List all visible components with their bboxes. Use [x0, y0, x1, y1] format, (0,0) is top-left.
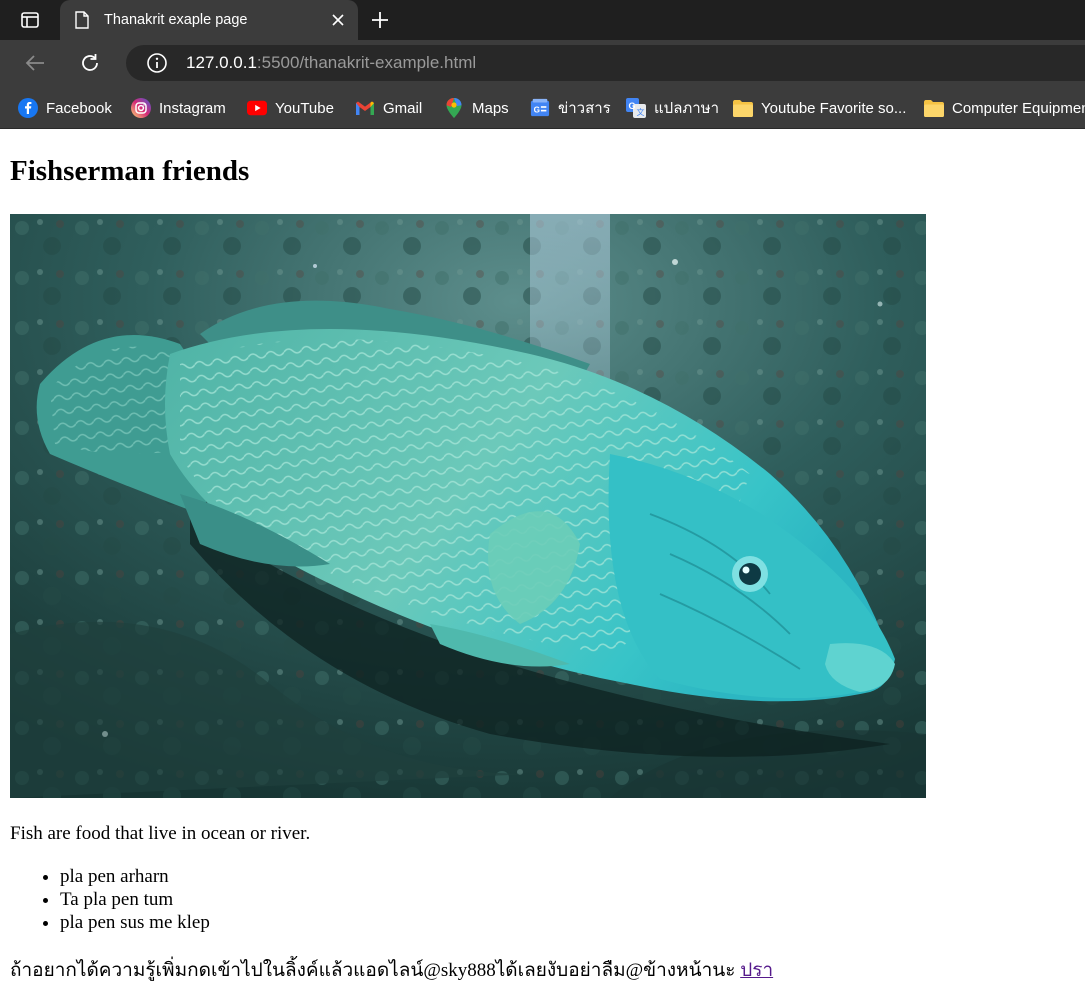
bookmark-label: YouTube	[275, 99, 334, 117]
site-info-icon[interactable]	[146, 52, 168, 74]
youtube-icon	[247, 98, 267, 118]
instagram-icon	[131, 98, 151, 118]
url-host: 127.0.0.1	[186, 53, 257, 72]
bookmark-label: Computer Equipmen	[952, 99, 1085, 117]
image-caption: Fish are food that live in ocean or rive…	[10, 823, 311, 844]
bookmark-folder-youtube-favorite[interactable]: Youtube Favorite so...	[733, 98, 906, 118]
back-arrow-icon[interactable]	[23, 51, 47, 75]
bookmark-news[interactable]: G ข่าวสาร	[530, 98, 611, 118]
bookmark-label: Facebook	[46, 99, 112, 117]
bookmark-label: Maps	[472, 99, 509, 117]
list-item: pla pen arharn	[60, 865, 210, 888]
svg-text:G: G	[534, 106, 540, 115]
bookmark-label: Instagram	[159, 99, 226, 117]
bookmark-instagram[interactable]: Instagram	[131, 98, 226, 118]
url-text: 127.0.0.1:5500/thanakrit-example.html	[186, 53, 476, 73]
svg-text:文: 文	[637, 107, 645, 117]
new-tab-icon[interactable]	[368, 8, 392, 32]
tab-strip: Thanakrit exaple page	[0, 0, 1085, 40]
tab-actions-icon[interactable]	[12, 8, 48, 32]
list-item: Ta pla pen tum	[60, 888, 210, 911]
close-tab-icon[interactable]	[328, 10, 348, 30]
address-bar[interactable]: 127.0.0.1:5500/thanakrit-example.html	[126, 45, 1085, 81]
maps-icon	[444, 98, 464, 118]
footer-note: ถ้าอยากได้ความรู้เพิ่มกดเข้าไปในลิ้งค์แล…	[10, 955, 773, 985]
footer-text: ถ้าอยากได้ความรู้เพิ่มกดเข้าไปในลิ้งค์แล…	[10, 960, 741, 981]
fish-facts-list: pla pen arharn Ta pla pen tum pla pen su…	[10, 865, 210, 934]
folder-icon	[924, 98, 944, 118]
bookmark-facebook[interactable]: Facebook	[18, 98, 112, 118]
bookmark-label: Youtube Favorite so...	[761, 99, 907, 117]
bookmark-youtube[interactable]: YouTube	[247, 98, 334, 118]
google-translate-icon: G文	[626, 98, 646, 118]
fish-photo	[10, 214, 926, 798]
google-news-icon: G	[530, 98, 550, 118]
tab-title: Thanakrit exaple page	[104, 12, 248, 28]
gmail-icon	[355, 98, 375, 118]
bookmark-translate[interactable]: G文 แปลภาษา	[626, 98, 719, 118]
folder-icon	[733, 98, 753, 118]
page-icon	[74, 11, 90, 29]
bookmarks-bar: Facebook Instagram YouTube Gmail Maps G …	[0, 86, 1085, 129]
bookmark-folder-computer-equipment[interactable]: Computer Equipmen	[924, 98, 1085, 118]
page-heading: Fishserman friends	[10, 155, 250, 187]
facebook-icon	[18, 98, 38, 118]
reload-icon[interactable]	[78, 51, 102, 75]
url-path: :5500/thanakrit-example.html	[256, 53, 477, 72]
toolbar: 127.0.0.1:5500/thanakrit-example.html	[0, 40, 1085, 86]
list-item: pla pen sus me klep	[60, 911, 210, 934]
bookmark-gmail[interactable]: Gmail	[355, 98, 422, 118]
bookmark-label: Gmail	[383, 99, 423, 117]
bookmark-maps[interactable]: Maps	[444, 98, 509, 118]
tab-active[interactable]: Thanakrit exaple page	[60, 0, 358, 40]
bookmark-label: ข่าวสาร	[558, 100, 611, 117]
bookmark-label: แปลภาษา	[654, 100, 720, 117]
svg-text:G: G	[629, 101, 636, 111]
browser-chrome: Thanakrit exaple page 127.0.0.1:5500/tha…	[0, 0, 1085, 129]
footer-link[interactable]: ปรา	[740, 960, 773, 981]
